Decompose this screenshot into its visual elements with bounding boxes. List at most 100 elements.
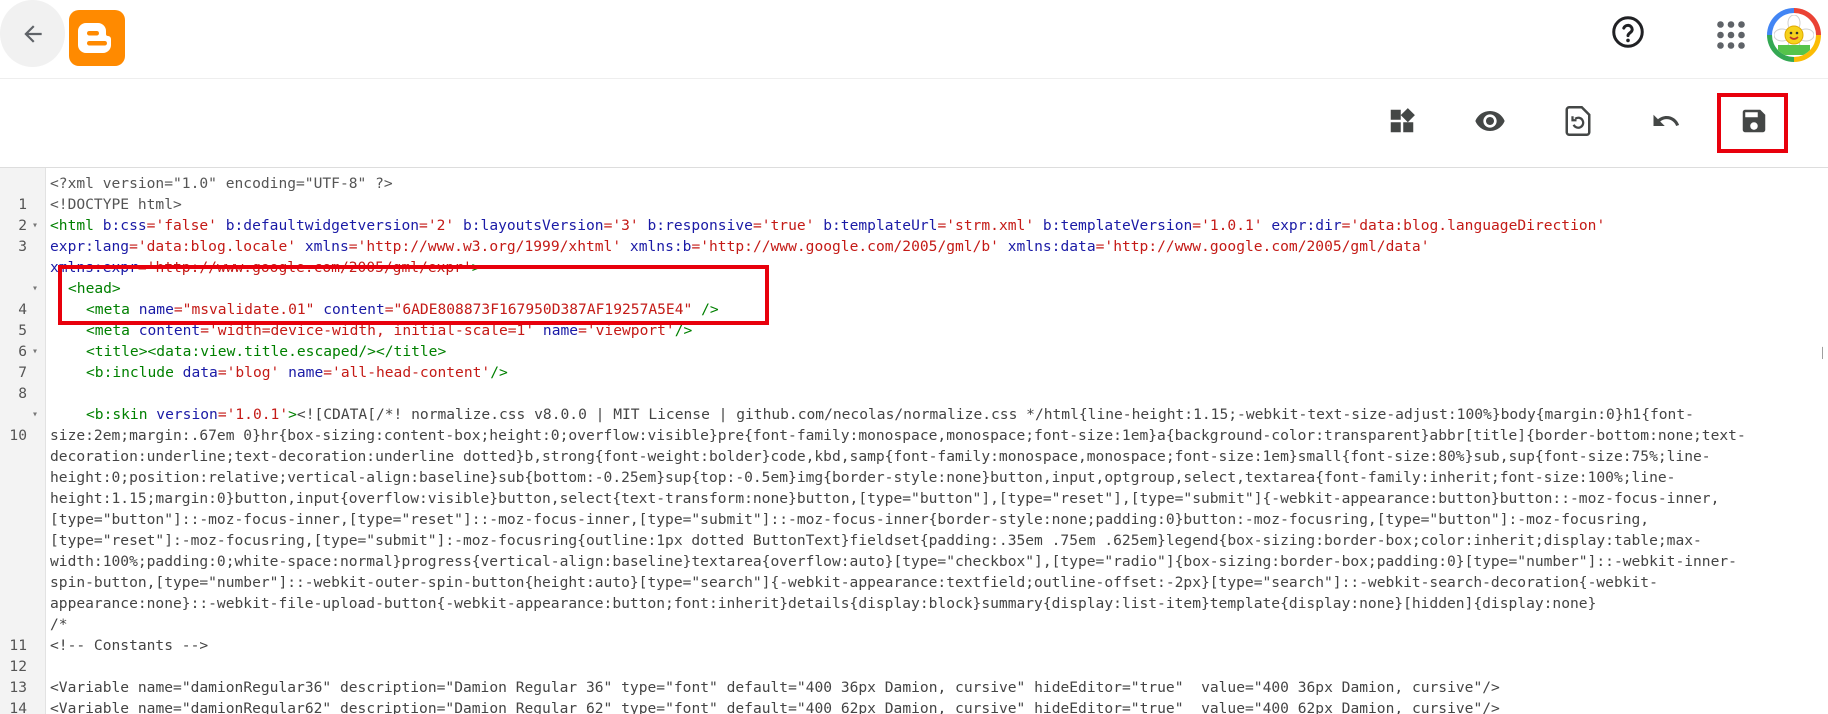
line-text: spin-button,[type="number"]::-webkit-out… [50,574,1658,591]
line-text: <!DOCTYPE html> [50,196,182,213]
scrollbar-marker[interactable]: │ [1820,348,1826,359]
blogger-logo-icon[interactable] [69,10,125,66]
restore-button[interactable] [1554,97,1602,145]
code-token: type [621,679,657,696]
undo-icon [1653,114,1680,126]
code-line: 10 ▾ <b:skin version='1.0.1'><![CDATA[/*… [0,404,1828,444]
line-text: <Variable name="damionRegular36" descrip… [50,677,1500,698]
code-token: ="msvalidate.01" [173,301,324,318]
code-token: > [288,406,297,423]
code-token: ="damionRegular62" [173,700,340,714]
line-text: <b:include data='blog' name='all-head-co… [50,362,508,383]
code-token: /> [490,364,508,381]
code-token: <b:include [86,364,183,381]
code-token: ="400 36px Damion, cursive" [1245,679,1483,696]
code-line: 12 <!-- Constants --> [0,635,1828,675]
code-token: b:templateVersion [1042,217,1193,234]
avatar[interactable] [1767,8,1821,62]
code-token: ='blog' [217,364,289,381]
code-token: <Variable [50,679,138,696]
code-token: expr:dir [1271,217,1342,234]
code-token: ="true" [1122,700,1202,714]
line-text: decoration:underline;text-decoration:und… [50,448,1711,465]
line-text: expr:lang='data:blog.locale' xmlns='http… [50,236,1430,257]
code-token: b:templateUrl [823,217,938,234]
code-token: value [1201,700,1246,714]
code-token: expr:lang [50,238,130,255]
code-token: <b:skin [86,406,157,423]
code-token: name [137,700,174,714]
help-icon[interactable] [1610,14,1646,50]
fold-arrow-icon[interactable]: ▾ [32,278,38,299]
code-token: content [138,322,201,339]
fold-arrow-icon[interactable]: ▾ [32,404,38,425]
line-text: <head> [68,280,121,297]
fold-arrow-icon[interactable]: ▾ [32,215,38,236]
code-token: ='strm.xml' [937,217,1043,234]
save-icon [1742,109,1766,133]
code-line-wrap: spin-button,[type="number"]::-webkit-out… [0,572,1828,593]
code-token: name [542,322,579,339]
code-token: ='data:blog.languageDirection' [1341,217,1606,234]
code-token: <meta [86,301,139,318]
editor-toolbar [0,79,1828,168]
code-token: ="400 62px Damion, cursive" [1245,700,1483,714]
undo-button[interactable] [1642,97,1690,145]
code-token: ='all-head-content' [323,364,491,381]
eye-icon [1475,111,1505,131]
code-line-wrap: size:2em;margin:.67em 0}hr{box-sizing:co… [0,425,1828,446]
code-token: type [621,700,657,714]
preview-button[interactable] [1466,97,1514,145]
code-token: ="damionRegular36" [173,679,340,696]
code-token: > [471,259,481,276]
code-token: <![CDATA[/*! normalize.css v8.0.0 | MIT … [296,406,1694,423]
line-text: /* [50,616,68,633]
code-token: ='data:blog.locale' [129,238,305,255]
code-token: <data:view.title.escaped/> [147,343,376,360]
layout-widgets-button[interactable] [1378,97,1426,145]
code-token: /> [701,301,719,318]
code-token: xmlns:b [629,238,692,255]
save-button[interactable] [1730,97,1778,145]
line-text: <meta content='width=device-width, initi… [50,320,692,341]
code-token: ='http://www.google.com/2005/gml/expr' [137,259,472,276]
code-line-wrap: appearance:none}::-webkit-file-upload-bu… [0,593,1828,614]
code-token: ='viewport' [578,322,675,339]
code-token: ='width=device-width, initial-scale=1' [200,322,543,339]
code-line: 6 <meta content='width=device-width, ini… [0,320,1828,360]
code-token: xmlns:expr [50,259,138,276]
code-line: 1 <?xml version="1.0" encoding="UTF-8" ?… [0,173,1828,213]
back-button[interactable] [0,0,65,67]
code-token: ='3' [603,217,648,234]
code-editor[interactable]: 1 <?xml version="1.0" encoding="UTF-8" ?… [0,168,1828,714]
line-text: size:2em;margin:.67em 0}hr{box-sizing:co… [50,427,1746,444]
code-token: b:defaultwidgetversion [225,217,420,234]
code-line-wrap: decoration:underline;text-decoration:und… [0,446,1828,467]
code-token: data [182,364,218,381]
fold-arrow-icon[interactable]: ▾ [32,341,38,362]
code-line: 13 [0,656,1828,696]
code-token: value [1201,679,1246,696]
code-line-wrap: xmlns:expr='http://www.google.com/2005/g… [0,257,1828,278]
code-line: <Variable name="damionRegular62" descrip… [0,698,1828,714]
code-token: <html [50,217,103,234]
code-line: 14 <Variable name="damionRegular36" desc… [0,677,1828,714]
code-line-wrap: height:0;position:relative;vertical-alig… [0,467,1828,488]
line-text: xmlns:expr='http://www.google.com/2005/g… [50,257,481,278]
code-token: version [156,406,218,423]
code-token: name [138,301,174,318]
code-line: 3 ▾ <html b:css='false' b:defaultwidgetv… [0,215,1828,255]
code-token: ="font" [656,679,727,696]
code-token: default [726,700,789,714]
code-token: ='http://www.w3.org/1999/xhtml' [348,238,630,255]
line-text: height:0;position:relative;vertical-alig… [50,469,1676,486]
apps-grid-icon[interactable] [1713,17,1749,53]
code-token: content [323,301,385,318]
code-token: xmlns [304,238,349,255]
restore-icon [1565,106,1591,136]
line-text: height:1.15;margin:0}button,input{overfl… [50,490,1720,507]
code-token: default [726,679,789,696]
code-token: <title> [86,343,148,360]
code-token: ='http://www.google.com/2005/gml/b' [691,238,1008,255]
code-line: 7 ▾ <title><data:view.title.escaped/></t… [0,341,1828,381]
